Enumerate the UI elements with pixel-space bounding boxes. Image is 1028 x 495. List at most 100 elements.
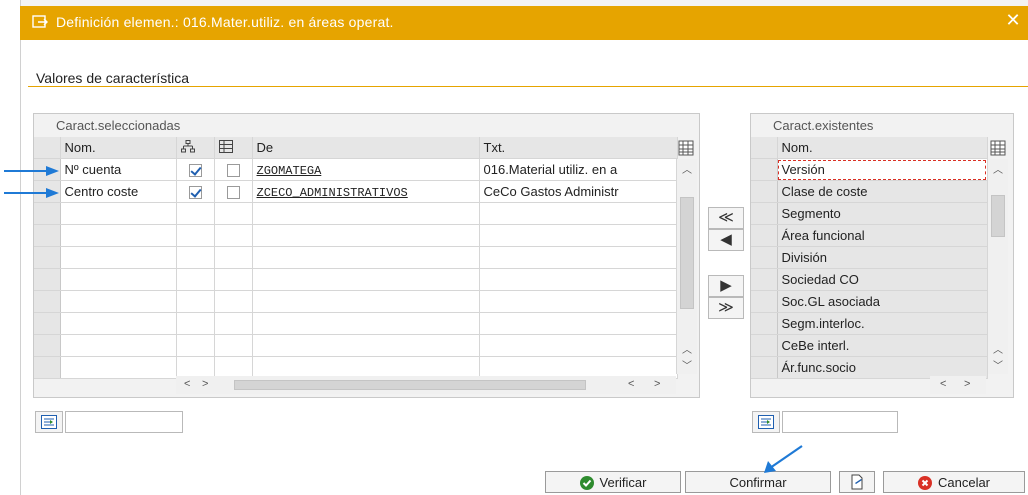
row-selector[interactable] <box>751 312 778 335</box>
scroll-right-arrow[interactable]: > <box>202 378 208 390</box>
move-all-left-button[interactable]: ≪ <box>708 207 744 229</box>
empty-cell[interactable] <box>479 312 678 335</box>
checkbox-interval[interactable] <box>226 164 240 178</box>
list-item[interactable]: Soc.GL asociada <box>751 290 988 313</box>
cell-name[interactable]: Nº cuenta <box>60 158 177 181</box>
empty-cell[interactable] <box>60 224 177 247</box>
empty-cell[interactable] <box>479 334 678 357</box>
value-link[interactable]: ZCECO_ADMINISTRATIVOS <box>257 186 408 200</box>
empty-cell[interactable] <box>176 268 215 291</box>
empty-cell[interactable] <box>252 290 480 313</box>
empty-cell[interactable] <box>252 224 480 247</box>
table-row-empty[interactable] <box>34 290 678 313</box>
scroll-up-arrow[interactable]: ︿ <box>988 161 1008 176</box>
table-row-empty[interactable] <box>34 312 678 335</box>
row-selector[interactable] <box>751 158 778 181</box>
selected-table-hscrollbar[interactable]: < > < > <box>176 376 676 394</box>
empty-cell[interactable] <box>252 246 480 269</box>
list-item-label[interactable]: CeBe interl. <box>777 334 988 357</box>
row-selector[interactable] <box>751 224 778 247</box>
cell-text[interactable]: 016.Material utiliz. en a <box>479 158 678 181</box>
selected-table-vscrollbar[interactable]: ︿ ︿ ﹀ <box>676 159 697 374</box>
list-item-label[interactable]: Segmento <box>777 202 988 225</box>
empty-cell[interactable] <box>479 202 678 225</box>
list-item-label[interactable]: Clase de coste <box>777 180 988 203</box>
row-selector[interactable] <box>751 356 778 379</box>
empty-cell[interactable] <box>60 334 177 357</box>
empty-cell[interactable] <box>60 290 177 313</box>
list-item[interactable]: Clase de coste <box>751 180 988 203</box>
verify-button[interactable]: Verificar <box>545 471 681 493</box>
list-item[interactable]: División <box>751 246 988 269</box>
empty-cell[interactable] <box>176 334 215 357</box>
value-link[interactable]: ZGOMATEGA <box>257 164 322 178</box>
scroll-up-arrow[interactable]: ︿ <box>677 161 697 176</box>
settings-icon[interactable] <box>990 140 1006 156</box>
filter-button-left[interactable] <box>35 411 63 433</box>
empty-cell[interactable] <box>479 224 678 247</box>
list-item[interactable]: Sociedad CO <box>751 268 988 291</box>
column-header-name[interactable]: Nom. <box>60 137 177 159</box>
list-item-label[interactable]: Soc.GL asociada <box>777 290 988 313</box>
empty-cell[interactable] <box>214 312 253 335</box>
cancel-button[interactable]: Cancelar <box>883 471 1025 493</box>
row-selector[interactable] <box>34 202 61 225</box>
empty-cell[interactable] <box>176 246 215 269</box>
row-selector[interactable] <box>751 202 778 225</box>
move-all-right-button[interactable]: ≫ <box>708 297 744 319</box>
row-selector[interactable] <box>751 334 778 357</box>
table-row-empty[interactable] <box>34 268 678 291</box>
table-row-empty[interactable] <box>34 202 678 225</box>
empty-cell[interactable] <box>214 246 253 269</box>
column-header-hierarchy[interactable] <box>176 137 215 159</box>
row-selector-header[interactable] <box>751 137 778 159</box>
checkbox-hierarchy-checked[interactable] <box>188 164 202 178</box>
empty-cell[interactable] <box>214 268 253 291</box>
empty-cell[interactable] <box>60 312 177 335</box>
list-item[interactable]: Segm.interloc. <box>751 312 988 335</box>
list-item-label[interactable]: Segm.interloc. <box>777 312 988 335</box>
checkbox-interval[interactable] <box>226 186 240 200</box>
existing-list-vscrollbar[interactable]: ︿ ︿ ﹀ <box>987 159 1008 374</box>
empty-cell[interactable] <box>176 202 215 225</box>
list-item-label[interactable]: Área funcional <box>777 224 988 247</box>
row-selector-header[interactable] <box>34 137 61 159</box>
scroll-right-arrow[interactable]: > <box>964 378 970 390</box>
existing-list-hscrollbar[interactable]: < > <box>930 376 986 394</box>
move-right-button[interactable]: ▶ <box>708 275 744 297</box>
list-item-label[interactable]: Sociedad CO <box>777 268 988 291</box>
save-variant-button[interactable] <box>839 471 875 493</box>
cell-check-interval[interactable] <box>214 158 253 181</box>
scroll-up-arrow-bottom[interactable]: ︿ <box>988 341 1008 356</box>
empty-cell[interactable] <box>214 202 253 225</box>
list-item[interactable]: Segmento <box>751 202 988 225</box>
empty-cell[interactable] <box>252 268 480 291</box>
column-header-name[interactable]: Nom. <box>777 137 988 159</box>
filter-input-right[interactable] <box>782 411 898 433</box>
empty-cell[interactable] <box>252 312 480 335</box>
filter-button-right[interactable] <box>752 411 780 433</box>
row-selector[interactable] <box>751 246 778 269</box>
column-header-text[interactable]: Txt. <box>479 137 678 159</box>
row-selector[interactable] <box>34 268 61 291</box>
list-item-label[interactable]: Versión <box>777 158 988 181</box>
filter-input-left[interactable] <box>65 411 183 433</box>
empty-cell[interactable] <box>214 224 253 247</box>
empty-cell[interactable] <box>214 334 253 357</box>
empty-cell[interactable] <box>479 290 678 313</box>
cell-check-hierarchy[interactable] <box>176 180 215 203</box>
row-selector[interactable] <box>751 180 778 203</box>
cell-check-hierarchy[interactable] <box>176 158 215 181</box>
row-selector[interactable] <box>34 312 61 335</box>
empty-cell[interactable] <box>176 290 215 313</box>
empty-cell[interactable] <box>479 268 678 291</box>
cell-text[interactable]: CeCo Gastos Administr <box>479 180 678 203</box>
table-row[interactable]: Centro coste ZCECO_ADMINISTRATIVOS CeCo … <box>34 180 678 203</box>
hscroll-thumb[interactable] <box>234 380 586 390</box>
checkbox-hierarchy-checked[interactable] <box>188 186 202 200</box>
empty-cell[interactable] <box>252 334 480 357</box>
column-header-interval[interactable] <box>214 137 253 159</box>
list-item[interactable]: Área funcional <box>751 224 988 247</box>
column-header-from[interactable]: De <box>252 137 480 159</box>
empty-cell[interactable] <box>214 290 253 313</box>
